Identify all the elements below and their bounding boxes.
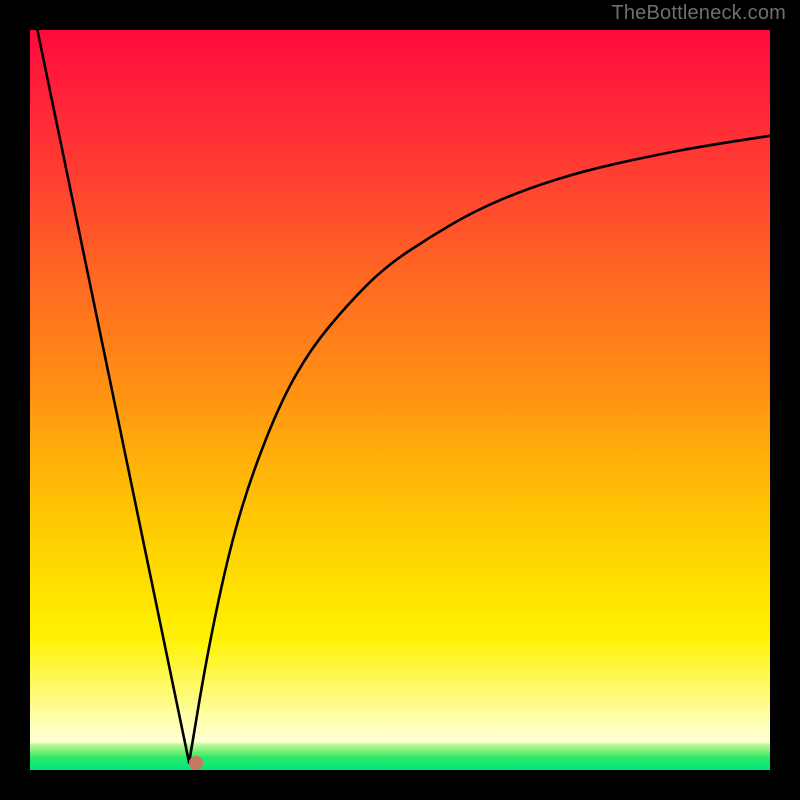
bottleneck-curve [37, 30, 770, 763]
minimum-marker-dot [189, 756, 203, 770]
curve-svg [30, 30, 770, 770]
chart-frame: TheBottleneck.com [0, 0, 800, 800]
plot-area [30, 30, 770, 770]
attribution-label: TheBottleneck.com [611, 2, 786, 25]
